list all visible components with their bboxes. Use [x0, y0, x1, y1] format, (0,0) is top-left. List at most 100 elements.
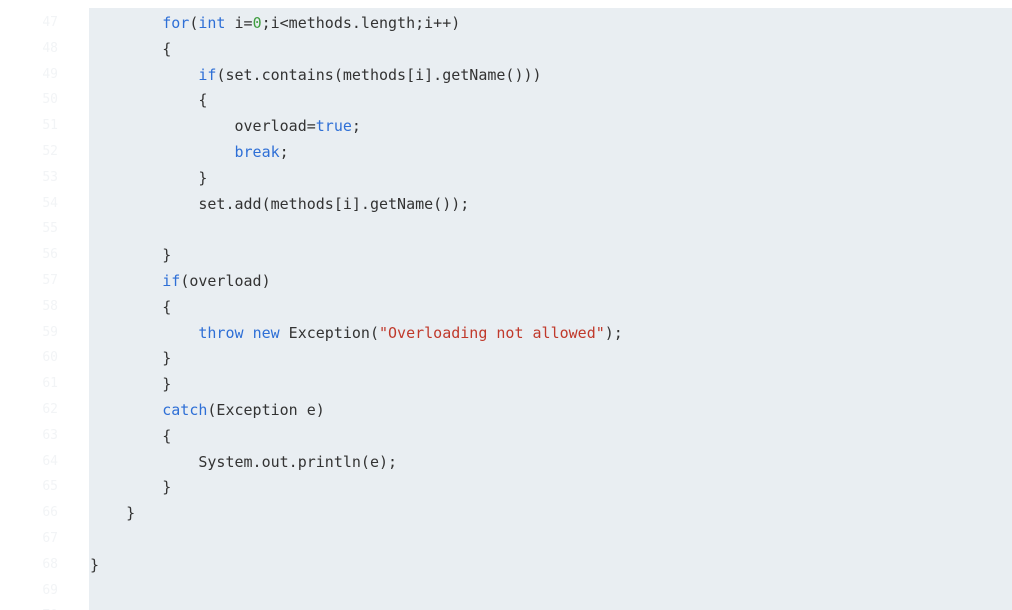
code-line[interactable]: 50 { — [0, 87, 1012, 113]
code-text[interactable]: set.add(methods[i].getName()); — [90, 191, 469, 217]
code-token: } — [90, 478, 172, 497]
code-token: (Exception e) — [207, 401, 325, 419]
code-line[interactable]: 63 { — [0, 423, 1012, 449]
code-line[interactable]: 67 — [0, 526, 1012, 552]
code-text[interactable]: catch(Exception e) — [90, 397, 325, 423]
keyword-token: catch — [162, 401, 208, 419]
line-number: 50 — [42, 92, 58, 108]
keyword-token: throw — [198, 323, 244, 342]
keyword-token: break — [234, 143, 280, 161]
code-line[interactable]: 48 { — [0, 36, 1012, 62]
code-line[interactable]: 70 — [0, 603, 1012, 610]
code-line[interactable]: 49 if(set.contains(methods[i].getName())… — [0, 62, 1012, 88]
code-line[interactable]: 62 catch(Exception e) — [0, 397, 1012, 423]
code-token: } — [90, 555, 100, 574]
line-number: 69 — [42, 582, 58, 598]
code-text[interactable]: { — [90, 423, 171, 449]
code-token: ); — [604, 323, 623, 342]
code-token: ;i<methods.length;i++) — [261, 14, 461, 32]
keyword-token: if — [198, 65, 217, 84]
line-number: 56 — [42, 247, 58, 263]
code-line[interactable]: 65 } — [0, 474, 1012, 500]
code-text[interactable]: System.out.println(e); — [90, 449, 397, 475]
code-text[interactable]: } — [90, 500, 135, 526]
code-token: { — [90, 91, 208, 110]
line-number: 63 — [42, 427, 58, 443]
code-viewer[interactable]: 47 for(int i=0;i<methods.length;i++) 48 {… — [0, 0, 1012, 610]
code-token: } — [90, 168, 208, 187]
code-token: } — [90, 246, 172, 265]
code-line[interactable]: 61 } — [0, 371, 1012, 397]
code-token: } — [90, 504, 136, 523]
code-token: { — [90, 297, 172, 316]
code-token: (overload) — [180, 272, 271, 290]
code-token: Exception( — [279, 323, 379, 342]
code-token: (set.contains(methods[i].getName())) — [216, 65, 542, 84]
keyword-token: for — [162, 14, 190, 32]
code-text[interactable]: throw new Exception("Overloading not all… — [90, 320, 623, 346]
code-line[interactable]: 56 } — [0, 242, 1012, 268]
line-number: 60 — [42, 350, 58, 366]
code-line[interactable]: 68} — [0, 552, 1012, 578]
code-token: ; — [351, 117, 361, 136]
keyword-token: true — [315, 117, 352, 136]
code-text[interactable]: { — [90, 294, 171, 320]
code-line[interactable]: 47 for(int i=0;i<methods.length;i++) — [0, 10, 1012, 36]
code-token: } — [90, 349, 172, 368]
code-text[interactable]: } — [90, 242, 171, 268]
line-number: 53 — [42, 169, 58, 185]
code-text[interactable]: } — [90, 345, 171, 371]
line-number: 67 — [42, 531, 58, 546]
line-number: 62 — [42, 402, 58, 417]
line-number: 49 — [42, 66, 58, 82]
code-text[interactable]: if(set.contains(methods[i].getName())) — [90, 62, 542, 88]
clipped-previous-line — [0, 0, 1012, 8]
code-text[interactable]: if(overload) — [90, 268, 271, 294]
string-token: "Overloading not allowed" — [379, 323, 605, 342]
code-text[interactable]: } — [90, 474, 171, 500]
code-text[interactable]: { — [90, 36, 171, 62]
code-text[interactable]: } — [90, 165, 207, 191]
code-text[interactable]: for(int i=0;i<methods.length;i++) — [90, 10, 460, 36]
code-line[interactable]: 52 break; — [0, 139, 1012, 165]
code-token: ; — [279, 143, 289, 161]
code-text[interactable]: } — [90, 552, 99, 578]
line-number: 47 — [42, 15, 58, 30]
code-token: } — [90, 375, 172, 394]
code-token: i= — [225, 14, 253, 32]
code-line[interactable]: 64 System.out.println(e); — [0, 449, 1012, 475]
line-number: 52 — [42, 144, 58, 159]
code-line[interactable]: 66 } — [0, 500, 1012, 526]
code-line[interactable]: 58 { — [0, 294, 1012, 320]
code-line[interactable]: 55 — [0, 216, 1012, 242]
code-line[interactable]: 51 overload=true; — [0, 113, 1012, 139]
line-number: 66 — [42, 505, 58, 521]
code-line[interactable]: 53 } — [0, 165, 1012, 191]
code-token: set.add(methods[i].getName()); — [90, 194, 470, 213]
code-line[interactable]: 59 throw new Exception("Overloading not … — [0, 320, 1012, 346]
line-number: 61 — [42, 376, 58, 392]
line-number: 48 — [42, 40, 58, 56]
code-line[interactable]: 57 if(overload) — [0, 268, 1012, 294]
line-number: 51 — [42, 118, 58, 134]
code-text[interactable]: break; — [90, 139, 289, 165]
code-line[interactable]: 54 set.add(methods[i].getName()); — [0, 191, 1012, 217]
keyword-token: new — [252, 323, 280, 342]
code-text[interactable]: { — [90, 87, 207, 113]
line-number: 54 — [42, 195, 58, 211]
code-text[interactable]: } — [90, 371, 171, 397]
line-number: 70 — [0, 603, 58, 610]
code-token: overload= — [90, 117, 316, 136]
keyword-token: if — [162, 272, 181, 290]
code-line[interactable]: 69 — [0, 578, 1012, 604]
code-text[interactable]: overload=true; — [90, 113, 361, 139]
line-number: 68 — [42, 556, 58, 572]
code-line[interactable]: 60 } — [0, 345, 1012, 371]
